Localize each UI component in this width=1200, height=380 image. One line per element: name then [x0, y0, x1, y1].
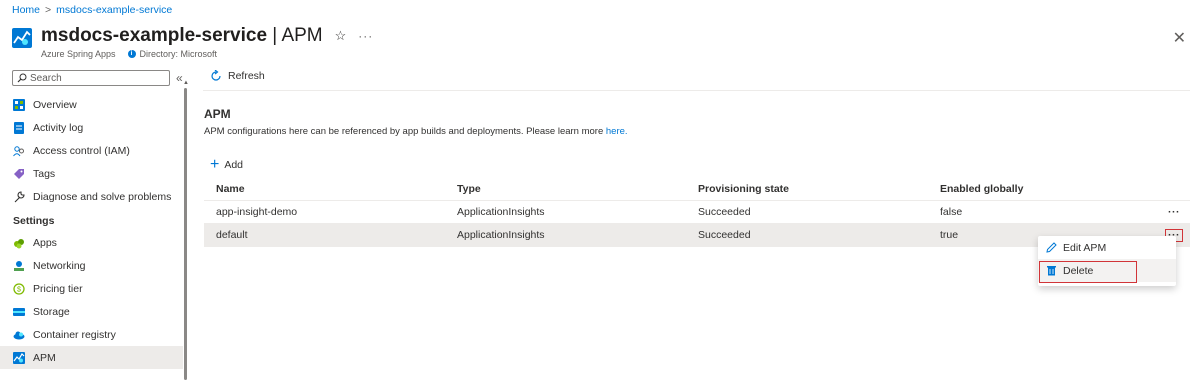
sidebar-item-tags[interactable]: Tags [0, 162, 183, 185]
edit-apm-label: Edit APM [1063, 241, 1107, 254]
edit-apm-menu-item[interactable]: Edit APM [1038, 236, 1176, 259]
info-icon: i [127, 50, 136, 58]
cell-provisioning-state: Succeeded [698, 206, 751, 218]
sidebar-item-label: Overview [33, 98, 77, 111]
add-button[interactable]: + Add [210, 156, 244, 173]
apps-icon [14, 238, 24, 248]
breadcrumb: Home > msdocs-example-service [12, 4, 172, 16]
sidebar-scrollbar[interactable] [184, 88, 187, 380]
apm-icon [13, 351, 25, 364]
people-icon [13, 145, 24, 156]
sidebar-item-label: Diagnose and solve problems [33, 190, 172, 203]
activity-log-icon [14, 121, 24, 134]
add-label: Add [224, 159, 244, 171]
storage-icon [13, 307, 25, 316]
cell-provisioning-state: Succeeded [698, 229, 751, 241]
sidebar-item-label: Container registry [33, 328, 116, 341]
overview-icon [13, 98, 25, 111]
column-header-name[interactable]: Name [204, 183, 445, 195]
sidebar-item-container-registry[interactable]: Container registry [0, 323, 183, 346]
page-title: msdocs-example-service | APM [41, 25, 323, 46]
learn-more-link[interactable]: here. [606, 126, 628, 137]
sidebar-item-activity-log[interactable]: Activity log [0, 116, 183, 139]
table-header: Name Type Provisioning state Enabled glo… [204, 178, 1190, 201]
plus-icon: + [210, 156, 220, 173]
cell-enabled-globally: false [940, 206, 963, 218]
svg-text:$: $ [17, 286, 21, 293]
table-row[interactable]: app-insight-demo ApplicationInsights Suc… [204, 201, 1190, 224]
cell-name: app-insight-demo [216, 206, 298, 218]
cloud-icon [13, 331, 25, 339]
sidebar-item-label: Tags [33, 167, 56, 180]
breadcrumb-separator: > [45, 4, 52, 16]
sidebar-item-diagnose[interactable]: Diagnose and solve problems [0, 185, 183, 208]
sidebar-item-access-control[interactable]: Access control (IAM) [0, 139, 183, 162]
column-header-provisioning-state[interactable]: Provisioning state [686, 183, 928, 195]
settings-heading: Settings [13, 215, 55, 227]
search-input[interactable]: Search [12, 70, 170, 86]
page-header: msdocs-example-service | APM ☆ ··· Azure… [12, 25, 373, 61]
refresh-button[interactable]: Refresh [210, 70, 265, 82]
cell-name: default [216, 229, 248, 241]
sidebar-item-label: Access control (IAM) [33, 144, 130, 157]
cell-type: ApplicationInsights [457, 229, 545, 241]
row-more-icon[interactable]: ··· [1158, 206, 1190, 218]
sidebar-item-label: Pricing tier [33, 282, 83, 295]
networking-icon [14, 260, 24, 271]
pricing-icon: $ [13, 282, 25, 295]
sidebar-item-apps[interactable]: Apps [0, 231, 183, 254]
breadcrumb-service-link[interactable]: msdocs-example-service [56, 4, 172, 16]
sidebar-item-label: APM [33, 351, 56, 364]
sidebar-item-networking[interactable]: Networking [0, 254, 183, 277]
spring-apps-icon [12, 28, 32, 48]
favorite-star-icon[interactable]: ☆ [335, 28, 347, 44]
sidebar-item-overview[interactable]: Overview [0, 93, 183, 116]
toolbar-divider [203, 90, 1190, 91]
column-header-type[interactable]: Type [445, 183, 686, 195]
refresh-label: Refresh [228, 70, 265, 82]
more-options-icon[interactable]: ··· [358, 29, 373, 43]
sidebar-nav: Overview Activity log Access control (IA… [0, 93, 183, 369]
search-icon [17, 73, 27, 83]
sidebar-item-label: Apps [33, 236, 57, 249]
cell-type: ApplicationInsights [457, 206, 545, 218]
sidebar-item-label: Networking [33, 259, 86, 272]
section-title: APM [204, 107, 231, 121]
wrench-icon [14, 190, 25, 202]
breadcrumb-home-link[interactable]: Home [12, 4, 40, 16]
search-placeholder: Search [30, 72, 62, 84]
directory-label: Directory: Microsoft [139, 49, 218, 59]
delete-highlight-box [1039, 261, 1137, 283]
sidebar: Search « ▲ Overview Activity log Access … [0, 68, 190, 380]
collapse-sidebar-icon[interactable]: « [176, 71, 183, 85]
tag-icon [14, 168, 24, 179]
sidebar-item-label: Storage [33, 305, 70, 318]
sidebar-item-label: Activity log [33, 121, 84, 134]
scroll-up-icon[interactable]: ▲ [183, 80, 189, 86]
sidebar-item-pricing-tier[interactable]: $ Pricing tier [0, 277, 183, 300]
resource-type-label: Azure Spring Apps [41, 49, 116, 59]
section-description: APM configurations here can be reference… [204, 126, 628, 137]
close-icon[interactable]: ✕ [1173, 28, 1186, 48]
refresh-icon [211, 70, 221, 81]
pencil-icon [1046, 242, 1057, 253]
sidebar-item-apm[interactable]: APM [0, 346, 183, 369]
column-header-enabled-globally[interactable]: Enabled globally [928, 183, 1158, 195]
sidebar-item-storage[interactable]: Storage [0, 300, 183, 323]
